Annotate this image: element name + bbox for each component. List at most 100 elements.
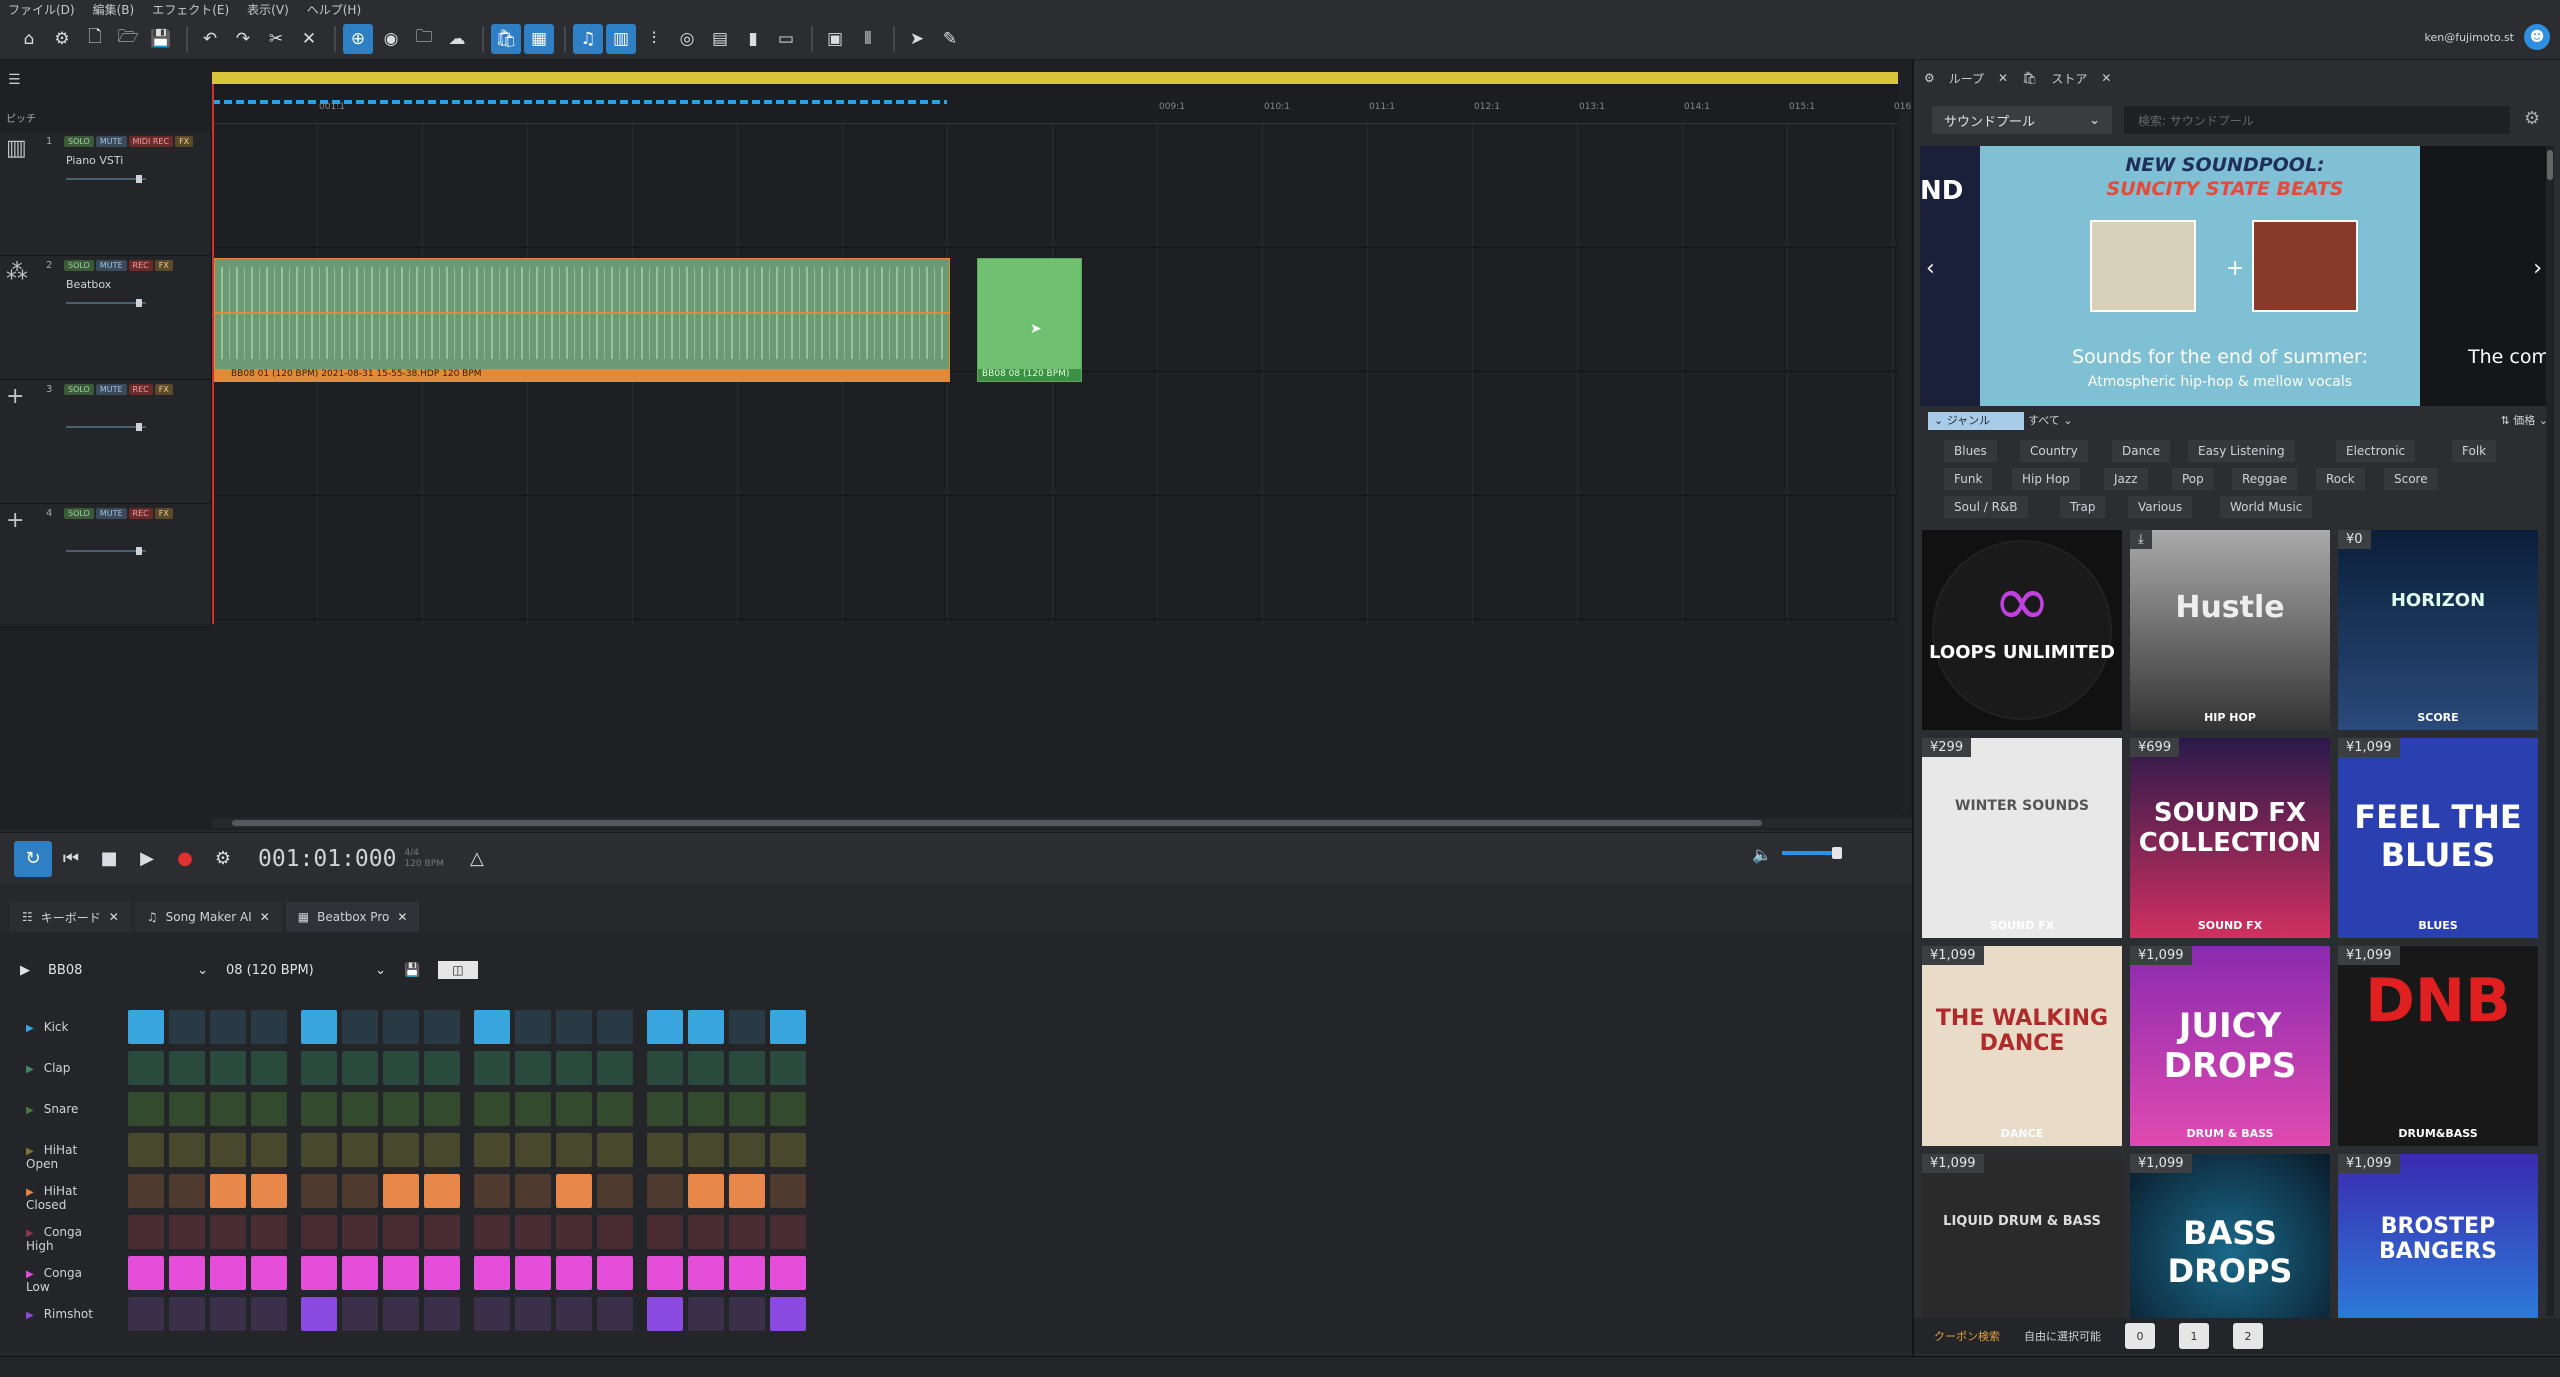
arrange-horizontal-scrollbar[interactable] [212, 818, 1912, 828]
solo-button[interactable]: SOLO [64, 384, 94, 395]
drum-pad[interactable] [210, 1256, 246, 1290]
drum-pad[interactable] [301, 1051, 337, 1085]
coupon-badge-3[interactable]: 2 [2233, 1323, 2263, 1349]
drum-pad[interactable] [169, 1256, 205, 1290]
drum-pad[interactable] [770, 1297, 806, 1331]
draw-icon[interactable]: ✎ [935, 24, 965, 54]
split-icon[interactable]: ⫴ [853, 24, 883, 54]
drum-pad[interactable] [474, 1010, 510, 1044]
settings-gear-icon[interactable]: ⚙ [204, 841, 242, 877]
drum-pad[interactable] [770, 1051, 806, 1085]
drum-pad[interactable] [301, 1297, 337, 1331]
track-volume-fader[interactable] [66, 547, 146, 555]
drum-pad[interactable] [301, 1133, 337, 1167]
all-dropdown[interactable]: すべて ⌄ [2028, 412, 2073, 428]
chevron-left-icon[interactable]: ‹ [1926, 256, 1935, 281]
audio-clip-beatbox[interactable]: BB08 01 (120 BPM) 2021-08-31 15-55-38.HD… [214, 258, 950, 382]
drum-pad[interactable] [597, 1092, 633, 1126]
drum-pad[interactable] [556, 1133, 592, 1167]
drum-row-label[interactable]: ▶ Conga High [26, 1225, 82, 1253]
promo-banner[interactable]: ND NEW SOUNDPOOL: SUNCITY STATE BEATS + … [1920, 146, 2550, 406]
audio-clip-beatbox-2[interactable]: ➤ BB08 08 (120 BPM) [977, 258, 1082, 382]
solo-button[interactable]: SOLO [64, 260, 94, 271]
drum-pad[interactable] [210, 1092, 246, 1126]
pointer-icon[interactable]: ➤ [902, 24, 932, 54]
drum-pad[interactable] [647, 1051, 683, 1085]
drum-pad[interactable] [556, 1297, 592, 1331]
drum-row-label[interactable]: ▶ HiHat Open [26, 1143, 77, 1171]
genre-various[interactable]: Various [2128, 496, 2193, 518]
mute-button[interactable]: MUTE [95, 136, 127, 147]
drum-pad[interactable] [301, 1215, 337, 1249]
expand-arrow-icon[interactable]: ▶ [26, 1187, 34, 1198]
cursor-icon[interactable]: ⊕ [343, 23, 373, 54]
drum-pad[interactable] [128, 1297, 164, 1331]
genre-electronic[interactable]: Electronic [2336, 440, 2416, 462]
gear-icon[interactable]: ⚙ [47, 24, 77, 54]
play-button[interactable]: ▶ [128, 841, 166, 877]
genre-country[interactable]: Country [2020, 440, 2088, 462]
tab-beatbox-pro[interactable]: ▦ Beatbox Pro ✕ [285, 902, 420, 932]
rec-button[interactable]: REC [128, 508, 153, 519]
drum-pad[interactable] [688, 1297, 724, 1331]
drum-row-label[interactable]: ▶ Kick [26, 1020, 68, 1034]
genre-rock[interactable]: Rock [2316, 468, 2365, 490]
mixer-icon[interactable]: ⫶ [639, 24, 669, 54]
drum-pad[interactable] [515, 1092, 551, 1126]
close-icon[interactable]: ✕ [1998, 71, 2008, 85]
drum-pad[interactable] [301, 1174, 337, 1208]
genre-jazz[interactable]: Jazz [2104, 468, 2148, 490]
drum-pad[interactable] [383, 1215, 419, 1249]
chart-icon[interactable]: ▭ [771, 24, 801, 54]
folder-icon[interactable]: 🗀 [409, 24, 439, 54]
coupon-badge-2[interactable]: 1 [2179, 1323, 2209, 1349]
soundpool-pack[interactable]: ¥1,099 THE WALKING DANCE DANCE [1922, 946, 2122, 1146]
track-header[interactable]: 3 SOLO MUTE REC FX + [0, 380, 212, 504]
user-avatar-icon[interactable]: ☻ [2524, 24, 2550, 50]
drum-pad[interactable] [251, 1133, 287, 1167]
drum-row-label[interactable]: ▶ HiHat Closed [26, 1184, 77, 1212]
drum-pad[interactable] [251, 1215, 287, 1249]
drum-pad[interactable] [210, 1215, 246, 1249]
store-icon[interactable]: 🛍 [491, 23, 521, 54]
expand-arrow-icon[interactable]: ▶ [26, 1146, 34, 1157]
solo-button[interactable]: SOLO [64, 508, 94, 519]
scroll-thumb[interactable] [232, 820, 1762, 826]
drum-pad[interactable] [251, 1256, 287, 1290]
drum-pad[interactable] [474, 1051, 510, 1085]
drum-pad[interactable] [729, 1092, 765, 1126]
volume-icon[interactable]: 🔈 [1752, 845, 1772, 864]
fx-button[interactable]: FX [154, 508, 173, 519]
drum-pad[interactable] [688, 1051, 724, 1085]
genre-hip-hop[interactable]: Hip Hop [2012, 468, 2080, 490]
drum-pad[interactable] [556, 1256, 592, 1290]
drum-pad[interactable] [688, 1256, 724, 1290]
drum-pad[interactable] [128, 1010, 164, 1044]
drum-pad[interactable] [474, 1174, 510, 1208]
scroll-thumb[interactable] [2547, 150, 2553, 180]
redo-icon[interactable]: ↷ [228, 24, 258, 54]
fx-button[interactable]: FX [154, 260, 173, 271]
drum-pad[interactable] [474, 1256, 510, 1290]
soundpool-pack[interactable]: ∞ LOOPS UNLIMITED [1922, 530, 2122, 730]
coupon-badge-1[interactable]: 0 [2125, 1323, 2155, 1349]
fader-thumb[interactable] [136, 299, 142, 307]
new-file-icon[interactable]: 🗋 [80, 24, 110, 54]
drum-pad[interactable] [383, 1297, 419, 1331]
track-name[interactable]: Piano VSTi [66, 154, 123, 167]
soundpool-pack[interactable]: ¥699 SOUND FX COLLECTION SOUND FX [2130, 738, 2330, 938]
drum-pad[interactable] [556, 1215, 592, 1249]
expand-arrow-icon[interactable]: ▶ [26, 1105, 34, 1116]
tab-keyboard[interactable]: ☷ キーボード ✕ [10, 902, 131, 932]
mute-button[interactable]: MUTE [95, 384, 127, 395]
save-icon[interactable]: 💾 [404, 963, 420, 978]
soundpool-pack[interactable]: ¥1,099 FEEL THE BLUES BLUES [2338, 738, 2538, 938]
soundpool-pack[interactable]: ¥1,099 JUICY DROPS DRUM & BASS [2130, 946, 2330, 1146]
drum-pad[interactable] [342, 1215, 378, 1249]
user-box[interactable]: ken@fujimoto.st ☻ [2424, 24, 2550, 50]
drum-pad[interactable] [342, 1174, 378, 1208]
soundpool-pack[interactable]: ¥0 HORIZON SCORE [2338, 530, 2538, 730]
drum-pad[interactable] [342, 1051, 378, 1085]
gear-icon[interactable]: ⚙ [2524, 108, 2540, 129]
drum-pad[interactable] [770, 1256, 806, 1290]
